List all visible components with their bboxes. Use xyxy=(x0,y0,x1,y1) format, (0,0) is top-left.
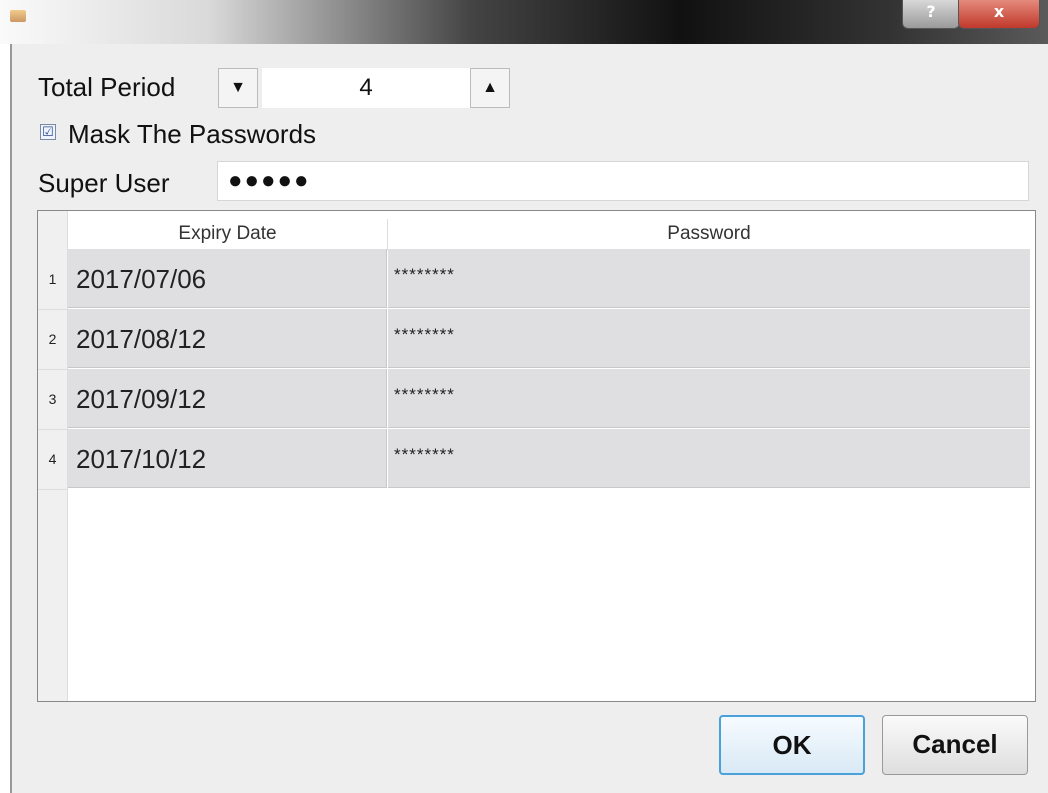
ok-button[interactable]: OK xyxy=(719,715,865,775)
super-user-label: Super User xyxy=(38,168,170,198)
password-cell[interactable]: ******** xyxy=(388,369,1030,428)
mask-passwords-label: Mask The Passwords xyxy=(68,119,317,149)
close-button[interactable]: x xyxy=(958,0,1040,29)
table-row[interactable]: 2 2017/08/12 ******** xyxy=(38,309,1030,370)
triangle-up-icon: ▲ xyxy=(482,79,498,96)
row-number: 1 xyxy=(38,249,67,310)
super-user-password-field[interactable]: ●●●●● xyxy=(217,161,1029,201)
password-cell[interactable]: ******** xyxy=(388,249,1030,308)
table-row[interactable]: 1 2017/07/06 ******** xyxy=(38,249,1030,310)
title-bar: ? x xyxy=(0,0,1048,44)
help-button[interactable]: ? xyxy=(902,0,960,29)
password-cell[interactable]: ******** xyxy=(388,309,1030,368)
total-period-label: Total Period xyxy=(38,72,176,102)
expiry-date-cell[interactable]: 2017/09/12 xyxy=(68,369,387,428)
table-row[interactable]: 3 2017/09/12 ******** xyxy=(38,369,1030,430)
triangle-down-icon: ▼ xyxy=(230,79,246,96)
period-decrement-button[interactable]: ▼ xyxy=(218,68,258,108)
period-increment-button[interactable]: ▲ xyxy=(470,68,510,108)
column-header-password[interactable]: Password xyxy=(388,219,1030,250)
expiry-date-cell[interactable]: 2017/07/06 xyxy=(68,249,387,308)
expiry-date-cell[interactable]: 2017/10/12 xyxy=(68,429,387,488)
app-icon xyxy=(10,10,26,22)
password-table: Expiry Date Password 1 2017/07/06 ******… xyxy=(37,210,1036,702)
row-number: 2 xyxy=(38,309,67,370)
column-header-expiry-date[interactable]: Expiry Date xyxy=(68,219,388,250)
dialog-body: Total Period ▼ 4 ▲ ☑ Mask The Passwords … xyxy=(10,44,1048,793)
table-row[interactable]: 4 2017/10/12 ******** xyxy=(38,429,1030,490)
row-number: 4 xyxy=(38,429,67,490)
row-number: 3 xyxy=(38,369,67,430)
cancel-button[interactable]: Cancel xyxy=(882,715,1028,775)
total-period-value[interactable]: 4 xyxy=(262,68,470,108)
expiry-date-cell[interactable]: 2017/08/12 xyxy=(68,309,387,368)
password-cell[interactable]: ******** xyxy=(388,429,1030,488)
mask-passwords-checkbox[interactable]: ☑ xyxy=(40,124,56,140)
